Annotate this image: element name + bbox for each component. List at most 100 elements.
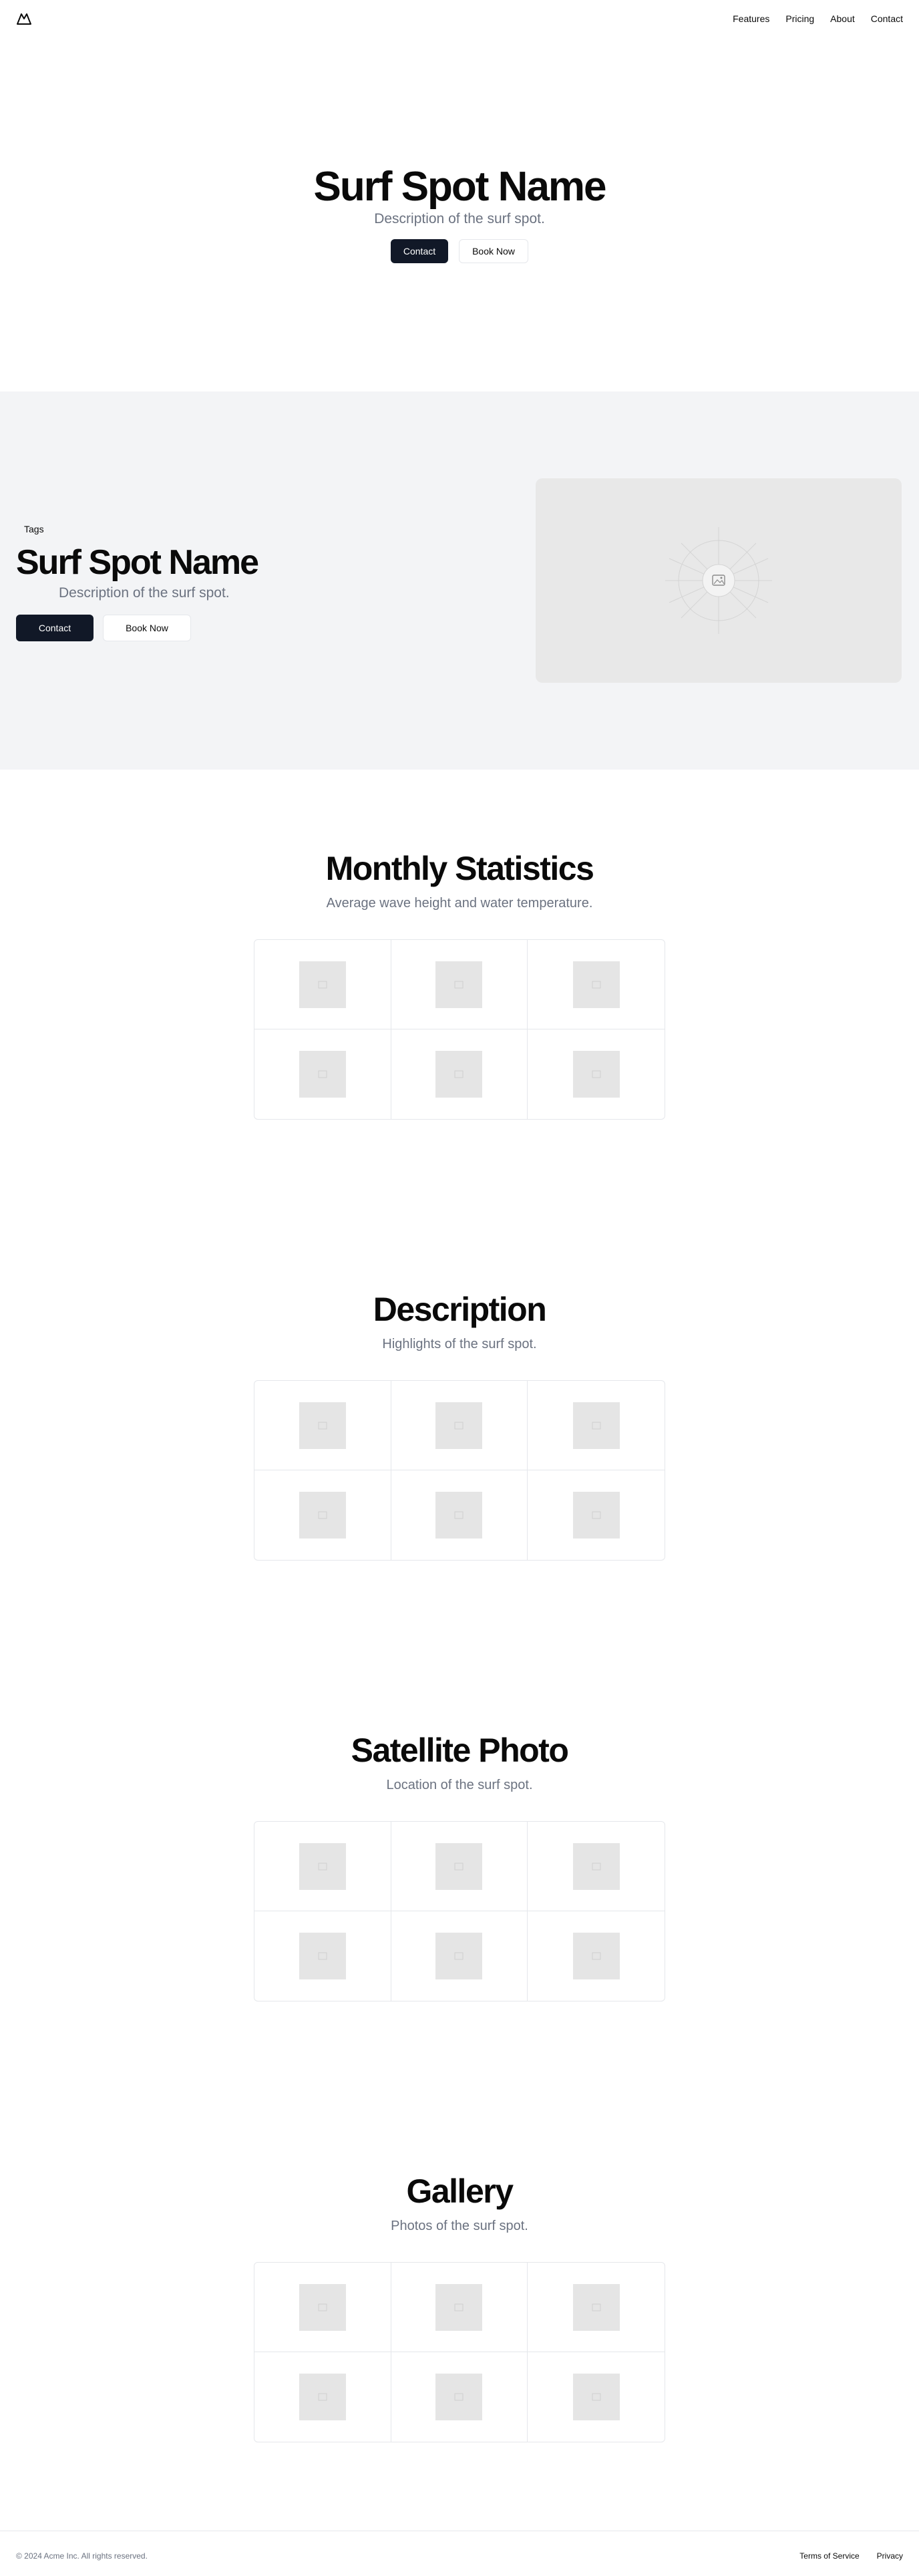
image-placeholder (299, 1933, 346, 1979)
image-icon (318, 981, 327, 988)
image-placeholder-icon (665, 527, 772, 634)
grid-cell (528, 1911, 665, 2001)
mountain-logo-icon[interactable] (16, 12, 32, 25)
image-placeholder (435, 2283, 483, 2331)
grid-cell (528, 1381, 665, 1470)
grid-cell (391, 2263, 528, 2352)
footer-link-privacy[interactable]: Privacy (877, 2551, 903, 2561)
satellite-grid (254, 1821, 665, 2001)
section-subtitle: Photos of the surf spot. (391, 2219, 528, 2233)
book-now-button[interactable]: Book Now (459, 239, 528, 263)
image-placeholder (299, 1842, 346, 1890)
image-placeholder (435, 961, 483, 1008)
grid-cell (391, 2352, 528, 2442)
image-icon (454, 1511, 464, 1519)
footer-links: Terms of Service Privacy (799, 2551, 903, 2561)
image-placeholder (435, 1842, 483, 1890)
image-placeholder (572, 1492, 620, 1539)
image-placeholder (572, 2374, 620, 2420)
grid-cell (254, 2263, 391, 2352)
image-icon (592, 981, 601, 988)
hero-title: Surf Spot Name (313, 164, 606, 210)
grid-cell (254, 1822, 391, 1911)
image-icon (592, 2393, 601, 2401)
image-icon (454, 1863, 464, 1870)
description-grid (254, 1380, 665, 1561)
image-icon (318, 1070, 327, 1078)
image-placeholder (299, 961, 346, 1008)
image-placeholder (299, 1492, 346, 1539)
image-placeholder (435, 1051, 483, 1098)
image-icon (592, 2303, 601, 2311)
image-placeholder (299, 2374, 346, 2420)
nav-link-features[interactable]: Features (733, 12, 769, 25)
gallery-grid (254, 2262, 665, 2442)
image-icon (318, 2303, 327, 2311)
grid-cell (254, 1911, 391, 2001)
satellite-photo-section: Satellite Photo Location of the surf spo… (0, 1730, 919, 2011)
image-placeholder (572, 1933, 620, 1979)
grid-cell (254, 2352, 391, 2442)
feature-section: Tags Surf Spot Name Description of the s… (0, 391, 919, 770)
section-subtitle: Average wave height and water temperatur… (326, 896, 593, 911)
image-placeholder (435, 1492, 483, 1539)
grid-cell (528, 1470, 665, 1560)
nav-link-pricing[interactable]: Pricing (785, 12, 814, 25)
image-placeholder (435, 1402, 483, 1449)
feature-image-placeholder (536, 478, 902, 683)
image-icon (592, 1511, 601, 1519)
image-placeholder (572, 961, 620, 1008)
hero-description: Description of the surf spot. (374, 211, 545, 226)
image-icon (318, 2393, 327, 2401)
nav-link-about[interactable]: About (830, 12, 855, 25)
grid-cell (391, 1822, 528, 1911)
section-title: Description (373, 1291, 547, 1328)
image-icon (592, 1863, 601, 1870)
image-placeholder (299, 2283, 346, 2331)
stats-grid (254, 939, 665, 1120)
tags-label: Tags (24, 524, 44, 534)
feature-buttons: Contact Book Now (16, 615, 191, 641)
nav-link-contact[interactable]: Contact (871, 12, 903, 25)
grid-cell (528, 1822, 665, 1911)
gallery-section: Gallery Photos of the surf spot. (0, 2171, 919, 2452)
grid-cell (391, 940, 528, 1029)
image-icon (454, 2393, 464, 2401)
image-icon (454, 1422, 464, 1429)
image-icon (318, 1952, 327, 1960)
image-placeholder (299, 1402, 346, 1449)
top-nav: Features Pricing About Contact (0, 0, 919, 37)
image-icon (454, 1952, 464, 1960)
section-subtitle: Location of the surf spot. (386, 1778, 533, 1792)
grid-cell (391, 1029, 528, 1119)
monthly-statistics-section: Monthly Statistics Average wave height a… (0, 848, 919, 1129)
footer-link-terms[interactable]: Terms of Service (799, 2551, 859, 2561)
nav-links: Features Pricing About Contact (733, 12, 903, 25)
grid-cell (528, 1029, 665, 1119)
section-title: Satellite Photo (351, 1732, 569, 1769)
feature-book-now-button[interactable]: Book Now (103, 615, 191, 641)
grid-cell (528, 2352, 665, 2442)
image-icon (592, 1952, 601, 1960)
contact-button[interactable]: Contact (391, 239, 448, 263)
hero-section: Surf Spot Name Description of the surf s… (0, 37, 919, 391)
image-placeholder (435, 2374, 483, 2420)
grid-cell (391, 1381, 528, 1470)
section-title: Monthly Statistics (325, 850, 594, 887)
image-icon (592, 1422, 601, 1429)
image-placeholder (572, 1051, 620, 1098)
grid-cell (254, 1381, 391, 1470)
section-subtitle: Highlights of the surf spot. (382, 1337, 537, 1351)
image-placeholder (435, 1933, 483, 1979)
grid-cell (254, 1470, 391, 1560)
image-icon (454, 1070, 464, 1078)
image-icon (592, 1070, 601, 1078)
feature-contact-button[interactable]: Contact (16, 615, 94, 641)
image-icon (318, 1511, 327, 1519)
grid-cell (391, 1470, 528, 1560)
grid-cell (528, 2263, 665, 2352)
description-section: Description Highlights of the surf spot. (0, 1289, 919, 1570)
grid-cell (391, 1911, 528, 2001)
image-icon (318, 1422, 327, 1429)
footer: © 2024 Acme Inc. All rights reserved. Te… (0, 2531, 919, 2576)
